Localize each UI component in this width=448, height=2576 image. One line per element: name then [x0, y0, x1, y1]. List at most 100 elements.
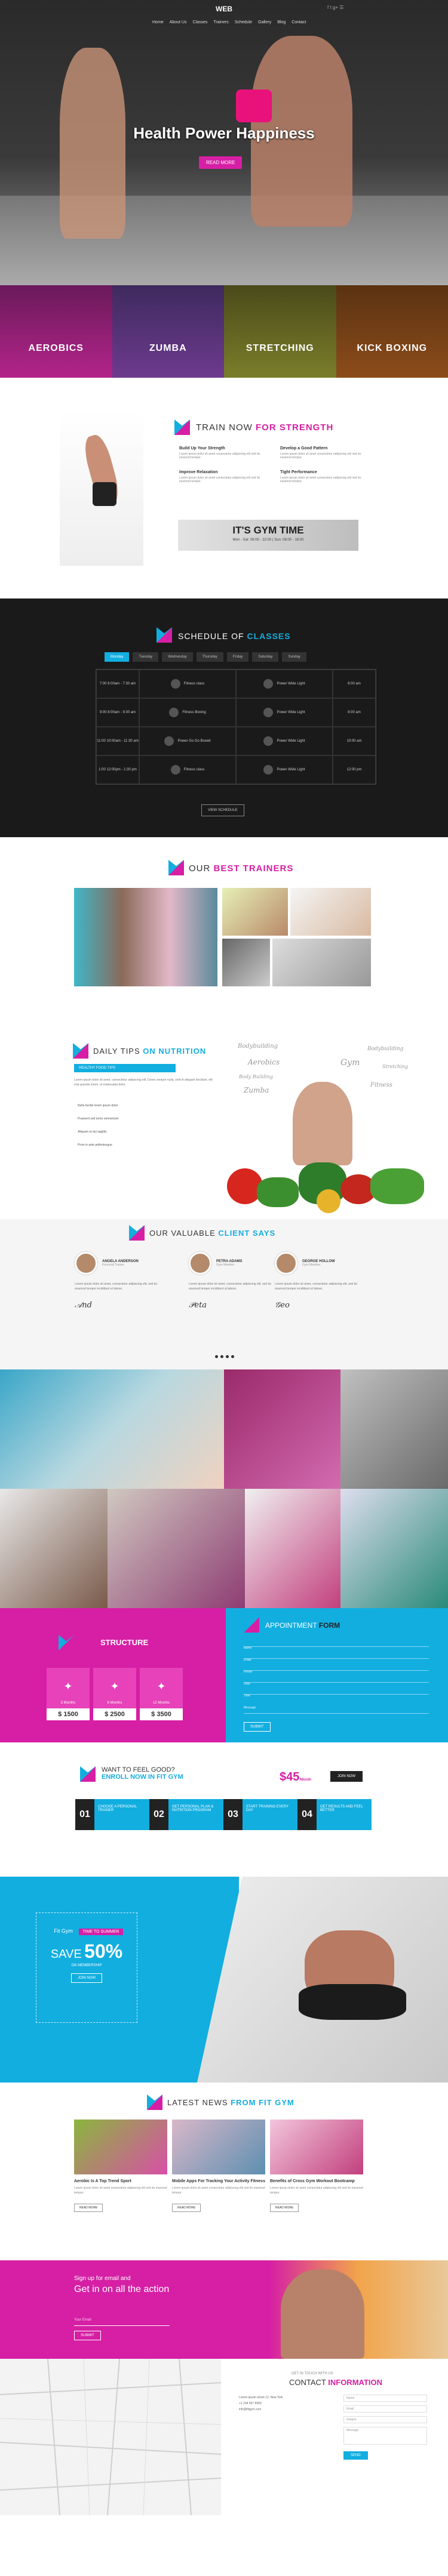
nutrition-list: Nulla facilisi lorem ipsum dolor Praesen…	[78, 1104, 197, 1156]
sale-section: Fit Gym TIME TO SUMMER SAVE 50% ON MEMBE…	[0, 1877, 448, 2083]
contact-section: GET IN TOUCH WITH US CONTACT INFORMATION…	[0, 2359, 448, 2515]
class-tile-zumba[interactable]: ZUMBA	[112, 285, 224, 378]
gallery-image[interactable]	[0, 1489, 108, 1608]
gallery-image[interactable]	[108, 1489, 245, 1608]
nav-item-about[interactable]: About Us	[170, 20, 187, 24]
contact-send-button[interactable]: SEND	[343, 2451, 368, 2460]
nav-item-home[interactable]: Home	[152, 20, 164, 24]
schedule-class[interactable]: Power Wide Light	[236, 727, 333, 755]
schedule-class[interactable]: Power Wide Light	[236, 755, 333, 784]
list-item: Proin in ante pellentesque	[78, 1143, 112, 1147]
tab-thursday[interactable]: Thursday	[196, 652, 223, 662]
contact-subject-field[interactable]: Subject	[343, 2416, 427, 2423]
class-tile-aerobics[interactable]: AEROBICS	[0, 285, 112, 378]
nav-item-classes[interactable]: Classes	[192, 20, 207, 24]
news-image[interactable]	[74, 2120, 167, 2174]
contact-message-field[interactable]: Message	[343, 2427, 427, 2445]
contact-email: info@fitgym.com	[239, 2408, 262, 2411]
schedule-time: 7:00 6:00am - 7:30 am	[96, 670, 139, 698]
nutrition-tag: Stretching	[382, 1064, 408, 1069]
schedule-class[interactable]: Fitness Boxing	[139, 698, 236, 727]
trainers-section: OUR BEST TRAINERS	[0, 837, 448, 1037]
gallery-image[interactable]	[0, 1369, 224, 1489]
nutrition-woman-image	[293, 1082, 352, 1165]
schedule-class[interactable]: Power Wide Light	[236, 698, 333, 727]
class-tile-kickboxing[interactable]: KICK BOXING	[336, 285, 448, 378]
nutrition-tag: Aerobics	[248, 1058, 280, 1066]
news-section: LATEST NEWS FROM FIT GYM Aerobic Is A To…	[0, 2083, 448, 2260]
gallery-image[interactable]	[340, 1369, 448, 1489]
gallery-image[interactable]	[245, 1489, 340, 1608]
news-image[interactable]	[270, 2120, 363, 2174]
read-more-button[interactable]: READ MORE	[74, 2204, 103, 2212]
phone-field[interactable]: Phone	[244, 1665, 429, 1674]
gallery-image[interactable]	[340, 1489, 448, 1608]
nav-item-gallery[interactable]: Gallery	[258, 20, 271, 24]
date-field[interactable]: Date	[244, 1677, 429, 1686]
price-card[interactable]: ✦ 12 Months $ 3500	[140, 1668, 183, 1720]
tab-saturday[interactable]: Saturday	[252, 652, 279, 662]
gallery-image[interactable]	[224, 1369, 340, 1489]
feature-item: Develop a Good Pattern Lorem ipsum dolor…	[280, 446, 361, 459]
social-icons[interactable]: f t g+ ☰	[327, 5, 343, 10]
news-card: Mobile Apps For Tracking Your Activity F…	[172, 2120, 265, 2212]
carousel-dots[interactable]	[215, 1355, 234, 1358]
sale-box: Fit Gym TIME TO SUMMER SAVE 50% ON MEMBE…	[36, 1912, 137, 2023]
nav-item-trainers[interactable]: Trainers	[213, 20, 228, 24]
price-card[interactable]: ✦ 6 Months $ 2500	[93, 1668, 136, 1720]
contact-email-field[interactable]: Email	[343, 2405, 427, 2413]
section-logo-icon	[129, 1225, 145, 1241]
news-image[interactable]	[172, 2120, 265, 2174]
tab-wednesday[interactable]: Wednesday	[162, 652, 193, 662]
tab-friday[interactable]: Friday	[226, 652, 249, 662]
time-field[interactable]: Time	[244, 1689, 429, 1698]
hero-read-more-button[interactable]: READ MORE	[199, 156, 243, 169]
trainer-photo	[222, 939, 270, 986]
tab-sunday[interactable]: Sunday	[282, 652, 306, 662]
nav-item-blog[interactable]: Blog	[277, 20, 286, 24]
contact-phone: +1 234 567 8900	[239, 2402, 262, 2405]
testimonials-section: OUR VALUABLE CLIENT SAYS ANGELA ANDERSON…	[0, 1219, 448, 1369]
appointment-panel: APPOINTMENT FORM Name Email Phone Date T…	[226, 1608, 448, 1742]
hero-pink-top	[236, 90, 272, 122]
class-tile-stretching[interactable]: STRETCHING	[224, 285, 336, 378]
nav-item-contact[interactable]: Contact	[291, 20, 306, 24]
map[interactable]	[0, 2359, 221, 2515]
section-logo-icon	[157, 627, 172, 643]
tab-tuesday[interactable]: Tuesday	[133, 652, 159, 662]
schedule-class[interactable]: Power Go Go Boxed	[139, 727, 236, 755]
nav-item-schedule[interactable]: Schedule	[235, 20, 252, 24]
message-field[interactable]: Message	[244, 1701, 429, 1714]
contact-title: CONTACT INFORMATION	[289, 2378, 382, 2387]
read-more-button[interactable]: READ MORE	[270, 2204, 299, 2212]
news-card: Benefits of Cross Gym Workout Bootcamp L…	[270, 2120, 363, 2212]
join-now-button[interactable]: JOIN NOW	[330, 1771, 363, 1782]
schedule-time: 12:00 pm	[333, 755, 376, 784]
sale-join-button[interactable]: JOIN NOW	[71, 1973, 102, 1983]
news-card: Aerobic Is A Top Trend Sport Lorem ipsum…	[74, 2120, 167, 2212]
newsletter-submit-button[interactable]: SUBMIT	[74, 2331, 101, 2340]
email-field[interactable]: Email	[244, 1653, 429, 1662]
schedule-time: 11:00 10:00am - 11:30 am	[96, 727, 139, 755]
nutrition-tab-active[interactable]: HEALTHY FOOD TIPS	[74, 1064, 176, 1072]
schedule-title: SCHEDULE OF CLASSES	[178, 631, 291, 641]
structure-title: STRUCTURE	[100, 1638, 149, 1647]
strength-title: TRAIN NOW FOR STRENGTH	[196, 422, 334, 433]
site-logo[interactable]: WEB	[201, 5, 247, 16]
newsletter-email-input[interactable]: Your Email	[74, 2313, 170, 2326]
appointment-submit-button[interactable]: SUBMIT	[244, 1722, 271, 1732]
tab-monday[interactable]: Monday	[105, 652, 130, 662]
schedule-class[interactable]: Fitness class	[139, 670, 236, 698]
schedule-class[interactable]: Fitness class	[139, 755, 236, 784]
price-card[interactable]: ✦ 3 Months $ 1500	[47, 1668, 90, 1720]
contact-name-field[interactable]: Name	[343, 2395, 427, 2402]
name-field[interactable]: Name	[244, 1641, 429, 1650]
view-schedule-button[interactable]: VIEW SCHEDULE	[201, 804, 244, 816]
feature-item: Tight Performance Lorem ipsum dolor sit …	[280, 470, 361, 483]
schedule-class[interactable]: Power Wide Light	[236, 670, 333, 698]
avatar	[189, 1252, 211, 1275]
read-more-button[interactable]: READ MORE	[172, 2204, 201, 2212]
hero-title: Health Power Happiness	[133, 124, 315, 142]
hero-person-left	[60, 48, 125, 239]
newsletter-section: Sign up for email and Get in on all the …	[0, 2260, 448, 2359]
